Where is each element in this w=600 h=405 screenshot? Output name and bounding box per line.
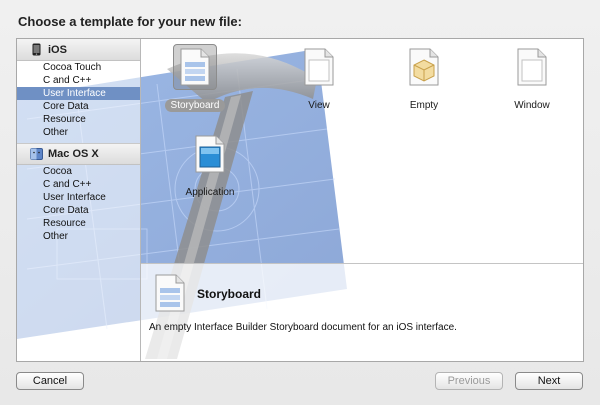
detail-template-description: An empty Interface Builder Storyboard do… bbox=[149, 322, 457, 333]
template-window[interactable]: Window bbox=[487, 44, 577, 112]
page-title: Choose a template for your new file: bbox=[18, 14, 242, 29]
sidebar-item-other[interactable]: Other bbox=[17, 126, 140, 139]
sidebar-item-core-data[interactable]: Core Data bbox=[17, 204, 140, 217]
template-label: Application bbox=[185, 187, 235, 198]
sidebar-item-user-interface[interactable]: User Interface bbox=[17, 191, 140, 204]
sidebar-item-core-data[interactable]: Core Data bbox=[17, 100, 140, 113]
storyboard-file-icon bbox=[173, 44, 217, 90]
sidebar-group-label: iOS bbox=[48, 43, 67, 56]
next-button[interactable]: Next bbox=[515, 372, 583, 390]
template-panel: iOS Cocoa Touch C and C++ User Interface… bbox=[16, 38, 584, 362]
template-label: Empty bbox=[409, 100, 439, 111]
template-sheet: Choose a template for your new file: iOS… bbox=[0, 0, 600, 405]
cancel-button[interactable]: Cancel bbox=[16, 372, 84, 390]
window-file-icon bbox=[510, 44, 554, 90]
sidebar-item-resource[interactable]: Resource bbox=[17, 113, 140, 126]
sidebar-item-user-interface[interactable]: User Interface bbox=[17, 87, 140, 100]
view-file-icon bbox=[297, 44, 341, 90]
template-label: Window bbox=[514, 100, 550, 111]
finder-icon bbox=[29, 147, 43, 161]
sidebar-item-resource[interactable]: Resource bbox=[17, 217, 140, 230]
empty-file-icon bbox=[402, 44, 446, 90]
template-label: Storyboard bbox=[164, 99, 226, 112]
iphone-icon bbox=[29, 43, 43, 57]
previous-button[interactable]: Previous bbox=[435, 372, 503, 390]
template-grid: Storyboard View Empty Window Application bbox=[141, 39, 583, 263]
storyboard-file-icon bbox=[155, 274, 185, 315]
template-empty[interactable]: Empty bbox=[379, 44, 469, 112]
detail-template-name: Storyboard bbox=[197, 287, 262, 301]
sidebar-group-label: Mac OS X bbox=[48, 148, 99, 160]
application-file-icon bbox=[188, 131, 232, 177]
sidebar-group-ios: iOS bbox=[17, 39, 140, 61]
sidebar-group-macosx: Mac OS X bbox=[17, 143, 140, 165]
template-detail-pane: Storyboard An empty Interface Builder St… bbox=[141, 263, 583, 361]
sidebar-item-cocoa-touch[interactable]: Cocoa Touch bbox=[17, 61, 140, 74]
sidebar-item-other[interactable]: Other bbox=[17, 230, 140, 243]
sidebar-item-c-and-cpp[interactable]: C and C++ bbox=[17, 74, 140, 87]
sidebar-item-c-and-cpp[interactable]: C and C++ bbox=[17, 178, 140, 191]
template-label: View bbox=[308, 100, 330, 111]
template-storyboard[interactable]: Storyboard bbox=[150, 44, 240, 112]
template-category-sidebar: iOS Cocoa Touch C and C++ User Interface… bbox=[17, 39, 141, 361]
sidebar-item-cocoa[interactable]: Cocoa bbox=[17, 165, 140, 178]
template-application[interactable]: Application bbox=[165, 131, 255, 199]
template-view[interactable]: View bbox=[274, 44, 364, 112]
